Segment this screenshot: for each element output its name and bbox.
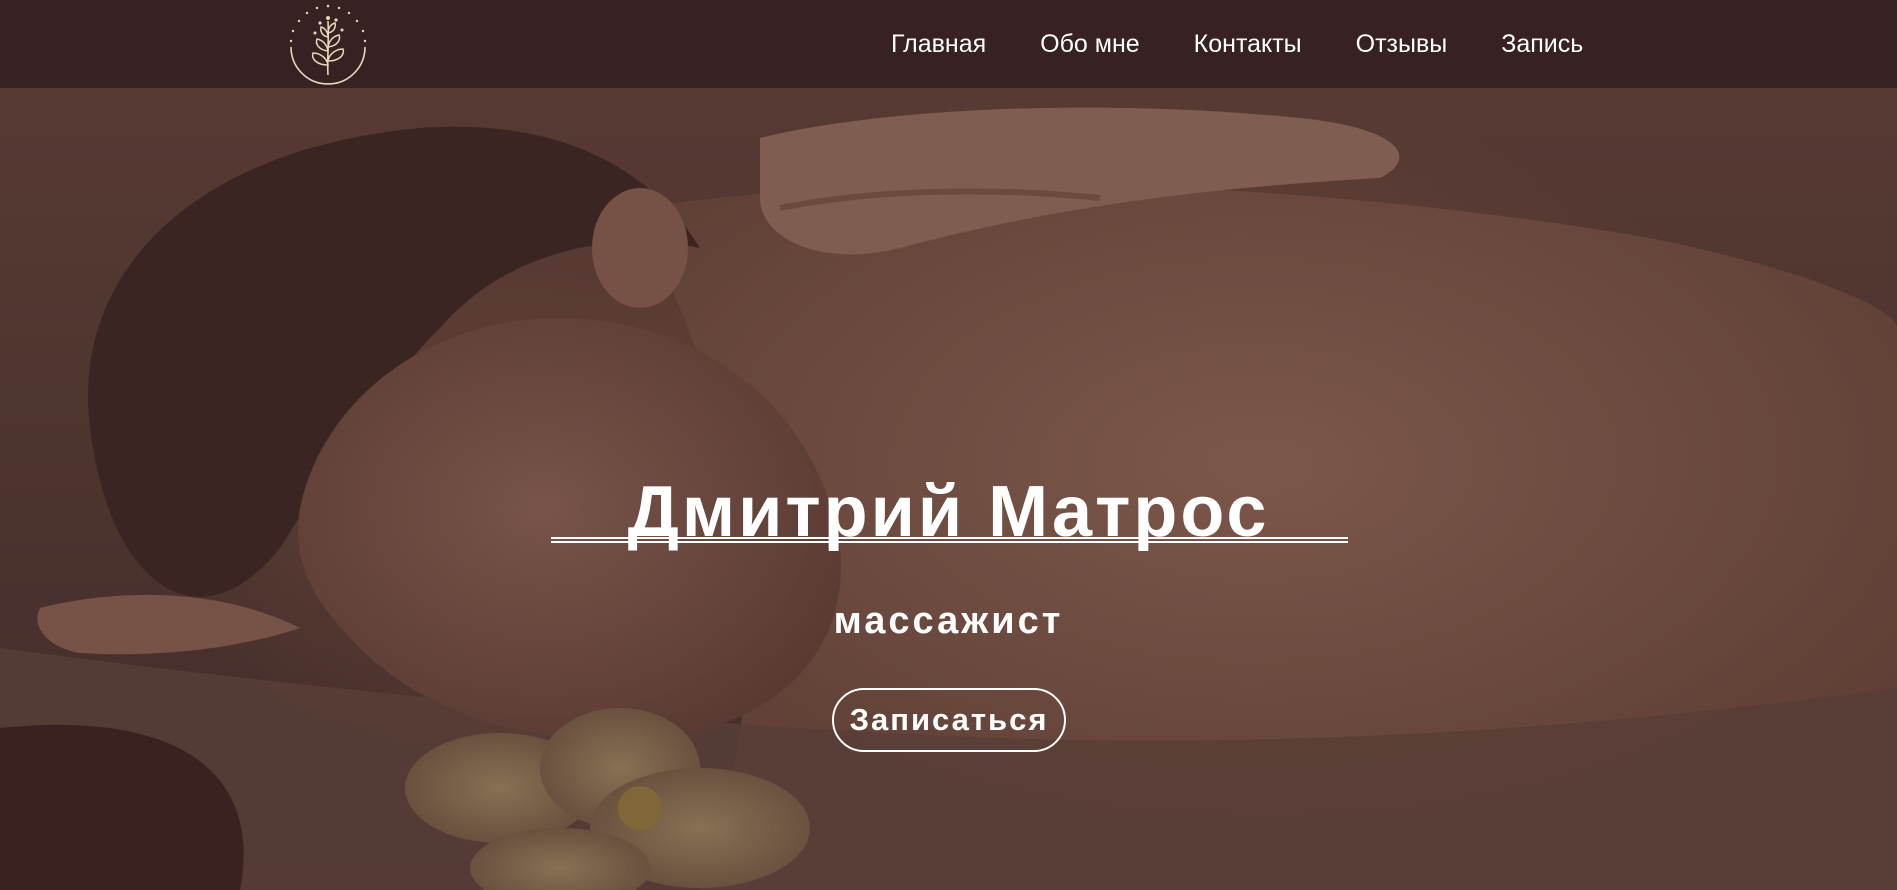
main-nav: Главная Обо мне Контакты Отзывы Запись	[864, 0, 1610, 88]
hero-subtitle: массажист	[833, 600, 1064, 642]
hero-section: Дмитрий Матрос массажист Записаться	[0, 88, 1897, 890]
nav-item-about[interactable]: Обо мне	[1040, 30, 1140, 59]
nav-item-booking[interactable]: Запись	[1501, 30, 1583, 59]
hero-divider	[551, 537, 1348, 543]
nav-item-contacts[interactable]: Контакты	[1194, 30, 1302, 59]
leaf-branch-logo-icon[interactable]	[287, 3, 369, 85]
navbar: Главная Обо мне Контакты Отзывы Запись	[0, 0, 1897, 88]
nav-item-reviews[interactable]: Отзывы	[1356, 30, 1448, 59]
book-appointment-button[interactable]: Записаться	[832, 688, 1066, 752]
nav-item-home[interactable]: Главная	[891, 30, 986, 59]
